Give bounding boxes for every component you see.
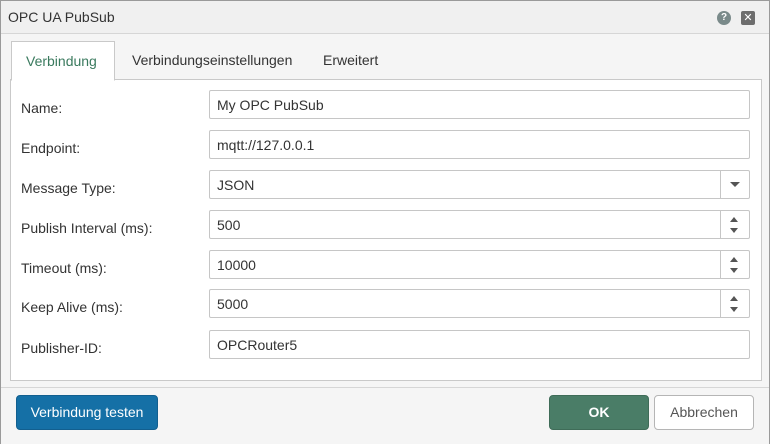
keep-alive-label: Keep Alive (ms): [21, 299, 123, 315]
publish-interval-label: Publish Interval (ms): [21, 220, 153, 236]
dialog-window: OPC UA PubSub ? ✕ Verbindung Verbindungs… [0, 0, 770, 444]
message-type-value[interactable] [217, 177, 717, 193]
name-field[interactable] [209, 90, 750, 119]
publish-interval-stepper[interactable] [209, 210, 750, 239]
decrement-icon[interactable] [730, 228, 738, 233]
publisher-id-label: Publisher-ID: [21, 340, 102, 356]
spin-buttons[interactable] [720, 251, 749, 278]
ok-button[interactable]: OK [549, 395, 649, 430]
title-bar[interactable]: OPC UA PubSub ? ✕ [1, 1, 769, 34]
publisher-id-input[interactable] [217, 337, 717, 353]
publish-interval-input[interactable] [217, 217, 717, 233]
spin-buttons[interactable] [720, 290, 749, 317]
window-title: OPC UA PubSub [8, 9, 115, 25]
endpoint-input[interactable] [217, 137, 717, 153]
message-type-select[interactable] [209, 170, 750, 199]
close-icon[interactable]: ✕ [741, 11, 755, 25]
name-label: Name: [21, 100, 63, 116]
tab-verbindungseinstellungen[interactable]: Verbindungseinstellungen [118, 41, 306, 79]
dropdown-toggle[interactable] [720, 171, 749, 198]
timeout-label: Timeout (ms): [21, 260, 107, 276]
message-type-label: Message Type: [21, 180, 116, 196]
publisher-id-field[interactable] [209, 330, 750, 359]
decrement-icon[interactable] [730, 307, 738, 312]
keep-alive-stepper[interactable] [209, 289, 750, 318]
increment-icon[interactable] [730, 257, 738, 262]
test-connection-button[interactable]: Verbindung testen [16, 395, 158, 430]
cancel-button[interactable]: Abbrechen [654, 395, 754, 430]
chevron-down-icon [730, 182, 740, 187]
dialog-footer: Verbindung testen OK Abbrechen [1, 387, 769, 444]
tab-bar: Verbindung Verbindungseinstellungen Erwe… [11, 41, 761, 81]
endpoint-label: Endpoint: [21, 140, 81, 156]
spin-buttons[interactable] [720, 211, 749, 238]
name-input[interactable] [217, 97, 717, 113]
form-panel: Name: Endpoint: Message Type: Publish In… [10, 79, 762, 381]
timeout-input[interactable] [217, 257, 717, 273]
keep-alive-input[interactable] [217, 296, 717, 312]
tab-verbindung[interactable]: Verbindung [11, 41, 115, 81]
endpoint-field[interactable] [209, 130, 750, 159]
decrement-icon[interactable] [730, 268, 738, 273]
help-icon[interactable]: ? [717, 11, 731, 25]
tab-erweitert[interactable]: Erweitert [309, 41, 392, 79]
increment-icon[interactable] [730, 217, 738, 222]
increment-icon[interactable] [730, 296, 738, 301]
timeout-stepper[interactable] [209, 250, 750, 279]
